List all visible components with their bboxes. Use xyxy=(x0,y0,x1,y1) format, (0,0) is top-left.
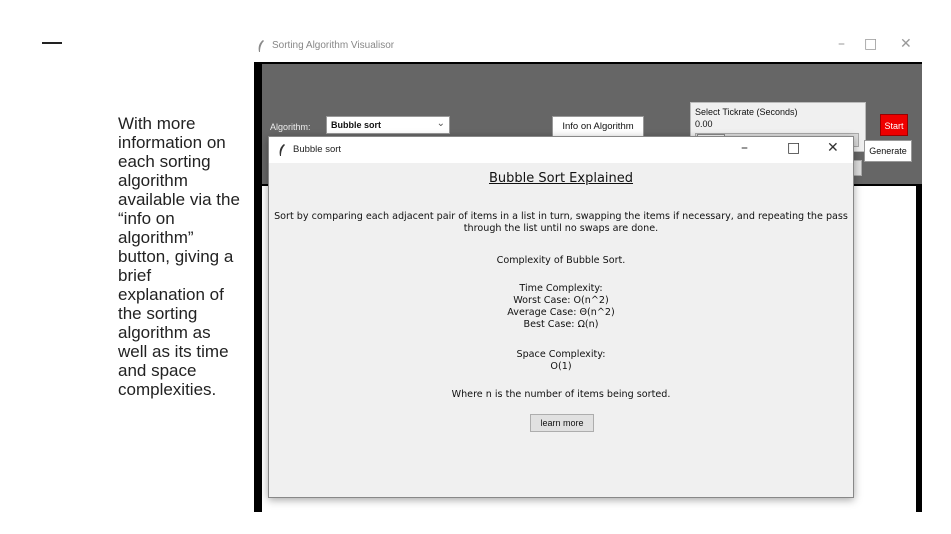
algorithm-label: Algorithm: xyxy=(270,122,311,132)
tickrate-value: 0.00 xyxy=(695,119,713,129)
minimize-button[interactable]: – xyxy=(838,36,845,52)
tickrate-label: Select Tickrate (Seconds) xyxy=(695,107,798,117)
info-on-algorithm-button[interactable]: Info on Algorithm xyxy=(552,116,644,138)
dialog-close-button[interactable]: ✕ xyxy=(827,140,839,156)
space-complexity-value: O(1) xyxy=(550,361,572,372)
close-button[interactable]: ✕ xyxy=(900,36,912,52)
time-complexity-heading: Time Complexity: xyxy=(519,283,603,294)
learn-more-button[interactable]: learn more xyxy=(530,414,594,432)
algorithm-info-dialog: Bubble sort – □ ✕ Bubble Sort Explained … xyxy=(268,136,854,498)
feather-icon xyxy=(279,144,285,156)
dialog-maximize-button[interactable]: □ xyxy=(787,140,800,156)
window-title: Sorting Algorithm Visualisor xyxy=(272,40,395,51)
dialog-minimize-button[interactable]: – xyxy=(741,140,748,156)
algorithm-select[interactable]: Bubble sort ⌄ xyxy=(326,116,450,134)
best-case-text: Best Case: Ω(n) xyxy=(523,319,599,330)
dialog-title: Bubble sort xyxy=(293,144,342,155)
algorithm-select-value: Bubble sort xyxy=(331,120,382,130)
average-case-text: Average Case: Θ(n^2) xyxy=(507,307,615,318)
maximize-button[interactable]: □ xyxy=(864,36,877,52)
slide-dash xyxy=(42,42,62,44)
worst-case-text: Worst Case: O(n^2) xyxy=(513,295,609,306)
complexity-heading: Complexity of Bubble Sort. xyxy=(496,255,626,266)
space-complexity-heading: Space Complexity: xyxy=(516,349,606,360)
chevron-down-icon: ⌄ xyxy=(436,118,445,129)
complexity-note: Where n is the number of items being sor… xyxy=(451,389,671,400)
dialog-titlebar: Bubble sort – □ ✕ xyxy=(269,137,853,163)
algorithm-description: Sort by comparing each adjacent pair of … xyxy=(274,211,848,234)
main-titlebar: Sorting Algorithm Visualisor – □ ✕ xyxy=(248,30,928,62)
start-button[interactable]: Start xyxy=(880,114,908,136)
feather-icon xyxy=(258,40,264,52)
dialog-heading: Bubble Sort Explained xyxy=(488,171,634,186)
generate-button[interactable]: Generate xyxy=(864,140,912,162)
slide-caption: With more information on each sorting al… xyxy=(118,114,240,399)
